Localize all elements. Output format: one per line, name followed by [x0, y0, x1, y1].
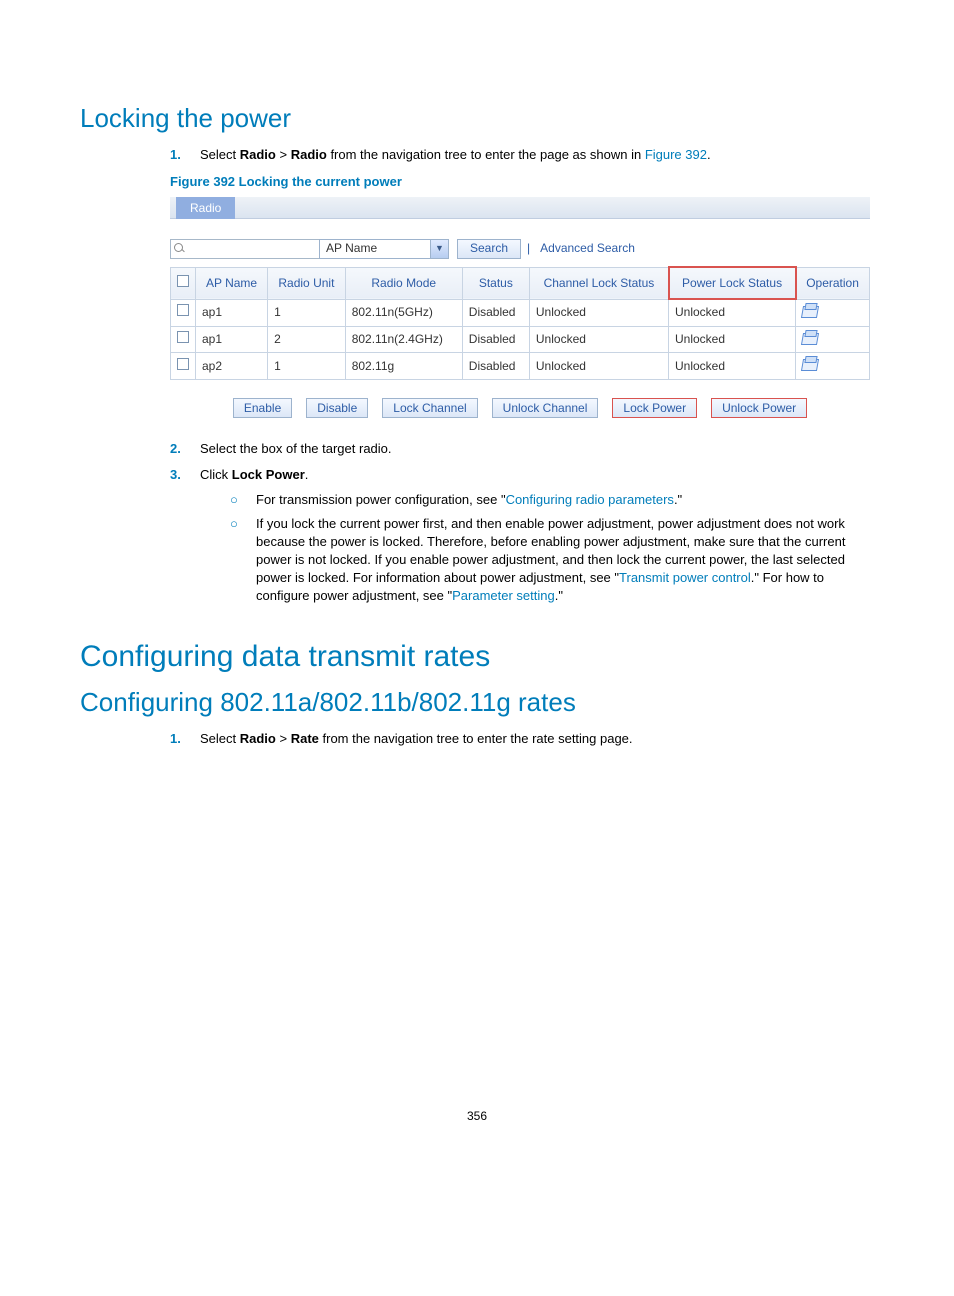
cell-status: Disabled [462, 299, 529, 326]
radio-table: AP Name Radio Unit Radio Mode Status Cha… [170, 267, 870, 380]
cell-ap: ap2 [196, 353, 268, 380]
heading-config-abg-rates: Configuring 802.11a/802.11b/802.11g rate… [80, 684, 874, 720]
step-number: 1. [170, 730, 181, 748]
step-1-text: Select Radio > Radio from the navigation… [200, 147, 711, 162]
step-1b: 1. Select Radio > Rate from the navigati… [170, 730, 874, 748]
step-1: 1. Select Radio > Radio from the navigat… [170, 146, 874, 164]
step-2: 2. Select the box of the target radio. [170, 440, 874, 458]
col-operation: Operation [796, 267, 870, 299]
link-transmit-power-control[interactable]: Transmit power control [619, 570, 751, 585]
col-status[interactable]: Status [462, 267, 529, 299]
cell-chlock: Unlocked [529, 326, 668, 353]
cell-operation [796, 299, 870, 326]
header-checkbox [171, 267, 196, 299]
sub-item-2: ○ If you lock the current power first, a… [230, 515, 874, 606]
col-radio-unit[interactable]: Radio Unit [268, 267, 346, 299]
bullet-icon: ○ [230, 515, 238, 533]
bullet-icon: ○ [230, 491, 238, 509]
search-field-dropdown[interactable]: AP Name ▼ [319, 239, 449, 259]
cell-unit: 2 [268, 326, 346, 353]
row-checkbox[interactable] [177, 358, 189, 370]
cell-pwrlock: Unlocked [669, 353, 796, 380]
advanced-search-link[interactable]: Advanced Search [540, 240, 635, 257]
search-icon [174, 243, 185, 254]
link-parameter-setting[interactable]: Parameter setting [452, 588, 555, 603]
search-row: AP Name ▼ Search | Advanced Search [170, 239, 870, 259]
steps-list-1: 1. Select Radio > Radio from the navigat… [170, 146, 874, 164]
col-ap-name[interactable]: AP Name [196, 267, 268, 299]
step-number: 2. [170, 440, 181, 458]
table-row: ap1 2 802.11n(2.4GHz) Disabled Unlocked … [171, 326, 870, 353]
row-checkbox[interactable] [177, 304, 189, 316]
disable-button[interactable]: Disable [306, 398, 368, 418]
heading-config-rates: Configuring data transmit rates [80, 636, 874, 678]
cell-operation [796, 326, 870, 353]
search-button[interactable]: Search [457, 239, 521, 259]
cell-ap: ap1 [196, 299, 268, 326]
unlock-power-button[interactable]: Unlock Power [711, 398, 807, 418]
cell-unit: 1 [268, 353, 346, 380]
step-number: 3. [170, 466, 181, 484]
cell-ap: ap1 [196, 326, 268, 353]
cell-chlock: Unlocked [529, 299, 668, 326]
sub-item-1: ○ For transmission power configuration, … [230, 491, 874, 509]
tab-bar: Radio [170, 197, 870, 219]
heading-locking-power: Locking the power [80, 100, 874, 136]
cell-pwrlock: Unlocked [669, 326, 796, 353]
select-all-checkbox[interactable] [177, 275, 189, 287]
table-row: ap2 1 802.11g Disabled Unlocked Unlocked [171, 353, 870, 380]
page-number: 356 [80, 1108, 874, 1125]
steps-list-2: 1. Select Radio > Rate from the navigati… [170, 730, 874, 748]
step-1b-text: Select Radio > Rate from the navigation … [200, 731, 633, 746]
chevron-down-icon: ▼ [430, 240, 448, 258]
button-row: Enable Disable Lock Channel Unlock Chann… [170, 398, 870, 418]
col-power-lock[interactable]: Power Lock Status [669, 267, 796, 299]
table-header-row: AP Name Radio Unit Radio Mode Status Cha… [171, 267, 870, 299]
table-row: ap1 1 802.11n(5GHz) Disabled Unlocked Un… [171, 299, 870, 326]
cell-operation [796, 353, 870, 380]
edit-icon[interactable] [802, 357, 818, 370]
steps-list-1-cont: 2. Select the box of the target radio. 3… [170, 440, 874, 606]
separator: | [527, 240, 530, 257]
dropdown-label: AP Name [320, 240, 430, 257]
cell-unit: 1 [268, 299, 346, 326]
link-figure-392[interactable]: Figure 392 [645, 147, 707, 162]
lock-power-button[interactable]: Lock Power [612, 398, 697, 418]
edit-icon[interactable] [802, 331, 818, 344]
col-radio-mode[interactable]: Radio Mode [345, 267, 462, 299]
cell-mode: 802.11n(2.4GHz) [345, 326, 462, 353]
step-number: 1. [170, 146, 181, 164]
cell-chlock: Unlocked [529, 353, 668, 380]
edit-icon[interactable] [802, 304, 818, 317]
figure-caption: Figure 392 Locking the current power [170, 173, 874, 191]
tab-radio[interactable]: Radio [176, 197, 235, 219]
lock-channel-button[interactable]: Lock Channel [382, 398, 477, 418]
cell-mode: 802.11g [345, 353, 462, 380]
link-config-radio-params[interactable]: Configuring radio parameters [506, 492, 674, 507]
step-2-text: Select the box of the target radio. [200, 441, 392, 456]
cell-mode: 802.11n(5GHz) [345, 299, 462, 326]
sub-list: ○ For transmission power configuration, … [230, 491, 874, 606]
cell-status: Disabled [462, 326, 529, 353]
unlock-channel-button[interactable]: Unlock Channel [492, 398, 599, 418]
step-3: 3. Click Lock Power. ○ For transmission … [170, 466, 874, 605]
row-checkbox[interactable] [177, 331, 189, 343]
step-3-text: Click Lock Power. [200, 467, 308, 482]
search-input[interactable] [170, 239, 320, 259]
enable-button[interactable]: Enable [233, 398, 292, 418]
cell-status: Disabled [462, 353, 529, 380]
cell-pwrlock: Unlocked [669, 299, 796, 326]
col-channel-lock[interactable]: Channel Lock Status [529, 267, 668, 299]
figure-392: Radio AP Name ▼ Search | Advanced Search… [170, 197, 870, 418]
